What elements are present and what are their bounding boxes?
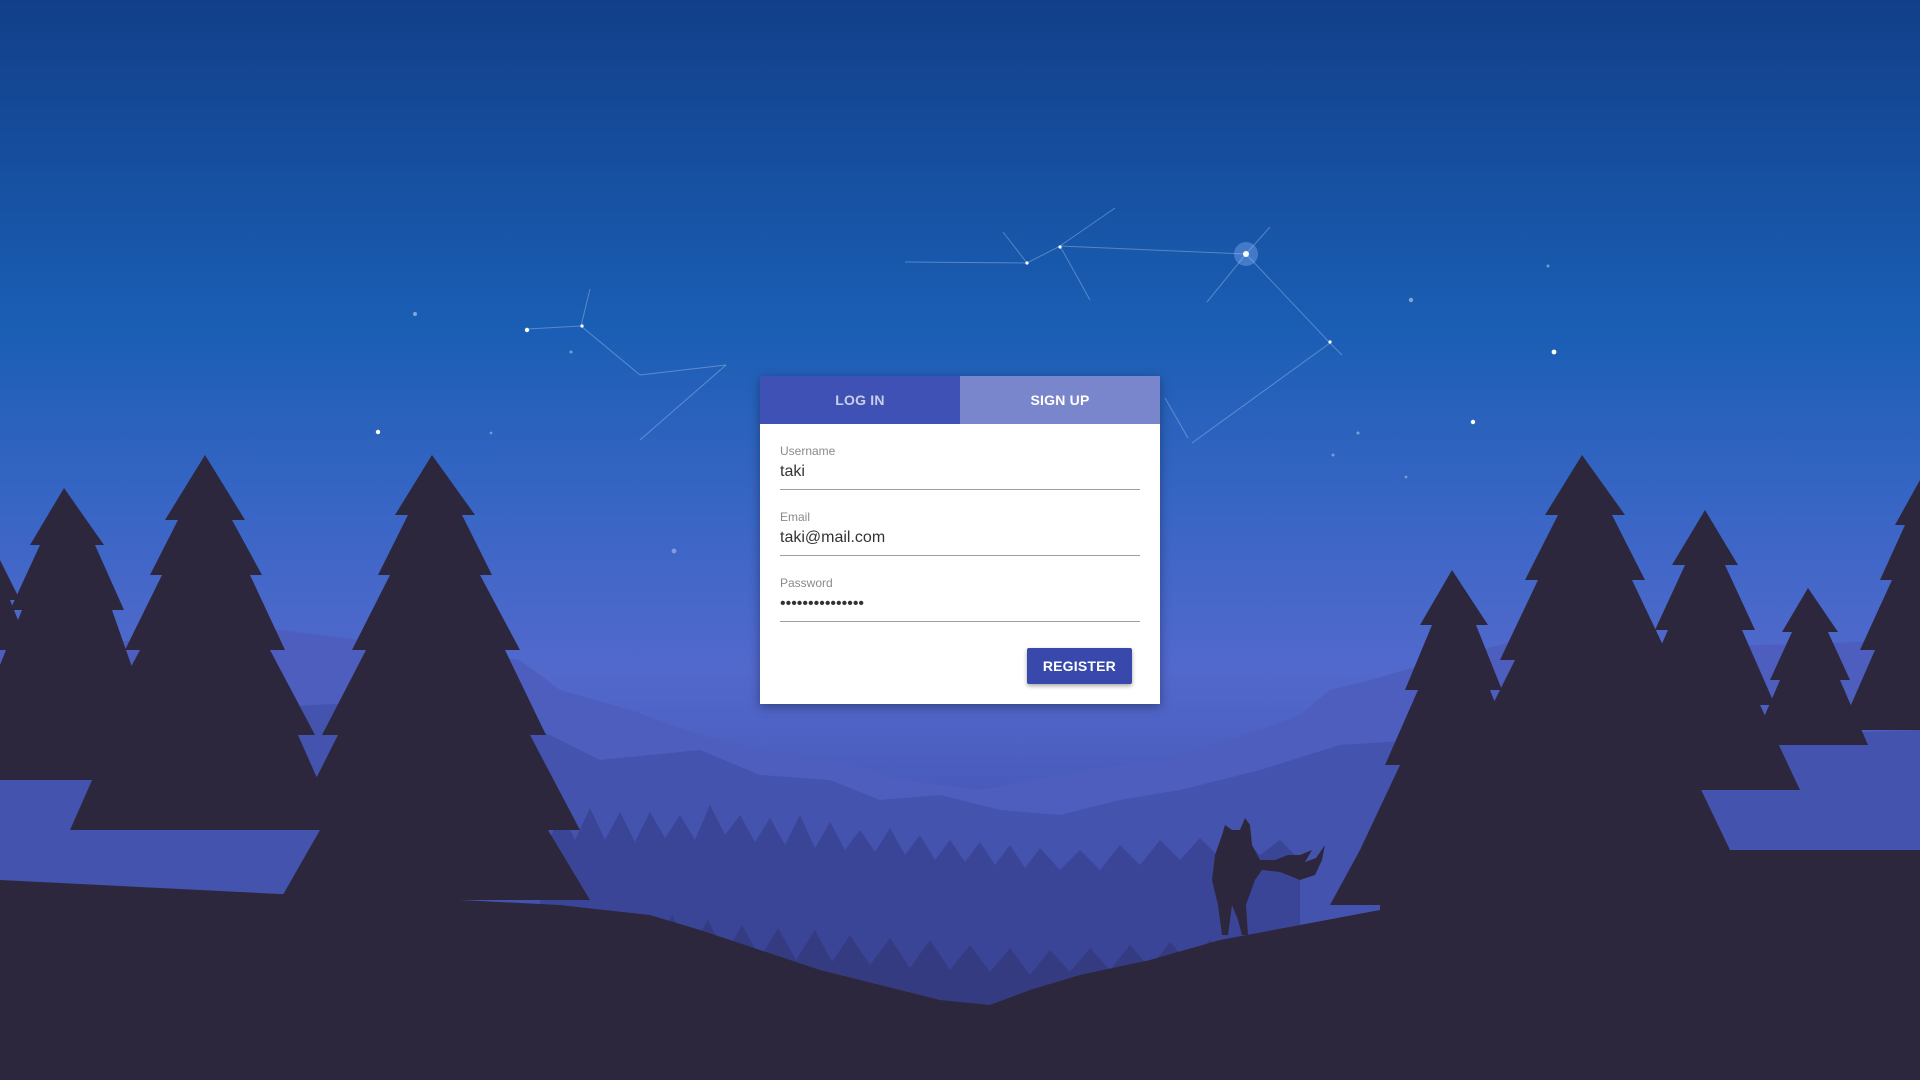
form-actions: REGISTER xyxy=(1026,648,1132,684)
email-field-group: Email xyxy=(780,504,1140,570)
tab-signup[interactable]: SIGN UP xyxy=(960,376,1160,424)
auth-tabs: LOG IN SIGN UP xyxy=(760,376,1160,424)
register-button[interactable]: REGISTER xyxy=(1026,648,1132,684)
username-field-group: Username xyxy=(780,438,1140,504)
username-label: Username xyxy=(780,444,836,458)
email-label: Email xyxy=(780,510,811,524)
email-input[interactable] xyxy=(780,524,1140,556)
signup-form: Username Email Password xyxy=(760,424,1160,636)
password-label: Password xyxy=(780,576,833,590)
tab-login[interactable]: LOG IN xyxy=(760,376,960,424)
username-input[interactable] xyxy=(780,458,1140,490)
password-input[interactable] xyxy=(780,590,1140,622)
auth-card: LOG IN SIGN UP Username Email Password R… xyxy=(760,376,1160,704)
login-page-background: LOG IN SIGN UP Username Email Password R… xyxy=(0,0,1920,1080)
password-field-group: Password xyxy=(780,570,1140,636)
